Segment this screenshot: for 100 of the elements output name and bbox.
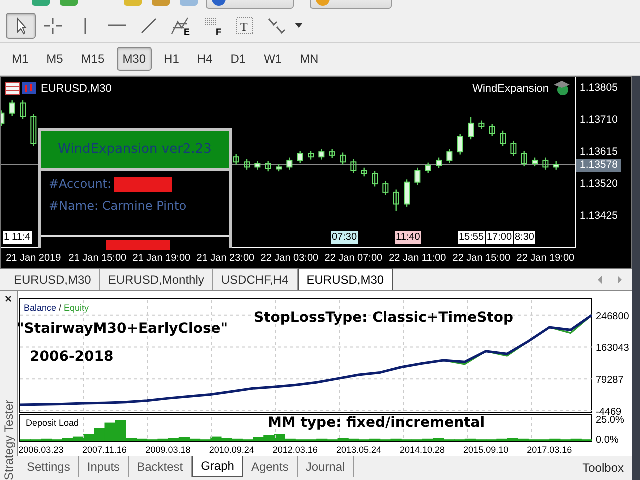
table-icon[interactable] — [5, 82, 20, 95]
arrows-icon — [266, 16, 288, 36]
candle — [553, 161, 560, 170]
chart-tab[interactable]: EURUSD,M30 — [298, 268, 394, 290]
graduation-cap-icon[interactable] — [553, 80, 571, 96]
axis-label: 25.0% — [596, 415, 624, 426]
candle — [297, 151, 304, 164]
candle — [276, 164, 282, 172]
candle — [542, 158, 549, 170]
time-label: 21 Jan 19:00 — [132, 252, 191, 266]
candle — [340, 152, 346, 165]
tool-button[interactable]: E — [166, 12, 196, 38]
time-marker: 11:40 — [395, 231, 422, 244]
current-price-label: 1.13578 — [576, 158, 621, 172]
candle — [457, 134, 464, 155]
time-marker: 11:4 — [11, 231, 32, 244]
candle — [489, 124, 496, 136]
timeframe-button[interactable]: W1 — [258, 47, 288, 71]
tester-tab[interactable]: Agents — [243, 456, 298, 477]
candle — [329, 149, 336, 158]
time-label: 22 Jan 15:00 — [452, 252, 511, 266]
axis-label: 163043 — [596, 343, 630, 354]
candle — [372, 171, 378, 187]
timeframe-button[interactable]: MN — [294, 47, 325, 71]
deposit-label: Deposit Load — [26, 418, 80, 428]
candle — [468, 117, 474, 140]
candle — [521, 151, 528, 167]
expert-name: WindExpansion — [472, 82, 549, 97]
text-icon: T — [234, 16, 256, 36]
time-label: 22 Jan 03:00 — [260, 252, 319, 266]
time-label: 22 Jan 19:00 — [516, 252, 575, 266]
time-label: 22 Jan 07:00 — [324, 252, 383, 266]
toolbox-label[interactable]: Toolbox — [582, 456, 632, 477]
candle — [425, 162, 432, 174]
chart-note: 2006-2018 — [30, 349, 114, 365]
candle — [350, 159, 357, 174]
price-label: 1.13805 — [579, 82, 619, 96]
tester-tab[interactable]: Journal — [298, 456, 354, 477]
timeframe-button[interactable]: M1 — [6, 47, 35, 71]
panel-title: WindExpansion ver2.23 — [41, 131, 229, 171]
time-label: 21 Jan 2019 — [6, 252, 62, 266]
date-label: 2007.11.16 — [82, 445, 127, 455]
date-label: 2015.09.10 — [464, 445, 509, 455]
candle — [532, 158, 538, 167]
axis-label: 246800 — [596, 311, 630, 322]
timeframe-button[interactable]: D1 — [224, 47, 252, 71]
tester-tab[interactable]: Graph — [192, 456, 244, 477]
price-label: 1.13710 — [579, 114, 619, 128]
timeframe-button[interactable]: M30 — [116, 47, 152, 71]
chart-tab[interactable]: EURUSD,M30 — [6, 269, 100, 290]
crosshair-icon — [42, 16, 64, 36]
candle — [404, 180, 410, 207]
time-marker: 17:00 — [486, 231, 514, 244]
legend-item: Balance — [24, 303, 57, 313]
price-label: 1.13615 — [579, 146, 619, 160]
timeframe-button[interactable]: M5 — [40, 47, 70, 71]
date-label: 2013.05.24 — [336, 445, 382, 455]
price-label: 1.13425 — [579, 210, 619, 224]
scroll-arrows-icon[interactable] — [598, 276, 622, 284]
time-marker: 07:30 — [331, 231, 358, 244]
dropdown-icon[interactable] — [294, 22, 304, 30]
date-label: 2012.03.16 — [272, 445, 318, 455]
date-label: 2014.10.28 — [400, 445, 446, 455]
tester-tab[interactable]: Settings — [19, 456, 80, 477]
chart-note: MM type: fixed/incremental — [268, 415, 486, 431]
candle — [393, 190, 400, 211]
timeframe-button[interactable]: H4 — [191, 47, 219, 71]
candle — [1, 110, 5, 126]
candle — [510, 140, 517, 156]
close-button[interactable]: × — [4, 293, 12, 305]
scrollbar[interactable] — [632, 76, 640, 480]
time-label: 21 Jan 23:00 — [196, 252, 255, 266]
candle — [318, 149, 325, 160]
timeframe-button[interactable]: H1 — [158, 47, 186, 71]
axis-label: 79287 — [596, 375, 624, 386]
chart-tab[interactable]: EURUSD,Monthly — [100, 269, 214, 290]
chart-note: StopLossType: Classic+TimeStop — [254, 310, 514, 326]
time-label: 21 Jan 15:00 — [68, 252, 127, 266]
candle — [244, 159, 250, 170]
candle — [9, 100, 16, 116]
tool-button[interactable] — [6, 12, 36, 38]
date-label: 2010.09.24 — [209, 445, 254, 455]
legend-separator: / — [59, 303, 62, 313]
axis-label: 0.0% — [596, 435, 619, 446]
candle — [436, 158, 442, 168]
horizontal-line-icon — [108, 24, 126, 27]
candle — [382, 181, 389, 196]
date-label: 2009.03.18 — [146, 445, 191, 455]
tool-button[interactable]: F — [198, 12, 228, 38]
account-label: #Account: — [49, 176, 112, 193]
candle — [30, 114, 37, 146]
candle — [265, 161, 272, 172]
tool-button[interactable]: T — [230, 12, 260, 38]
price-label: 1.13520 — [579, 178, 619, 192]
candle — [286, 158, 293, 170]
name-label: #Name: Carmine Pinto — [49, 198, 187, 215]
candle — [361, 168, 368, 177]
timeframe-button[interactable]: M15 — [75, 47, 111, 71]
tester-tab[interactable]: Inputs — [79, 456, 130, 477]
time-marker: 1 — [3, 231, 11, 244]
